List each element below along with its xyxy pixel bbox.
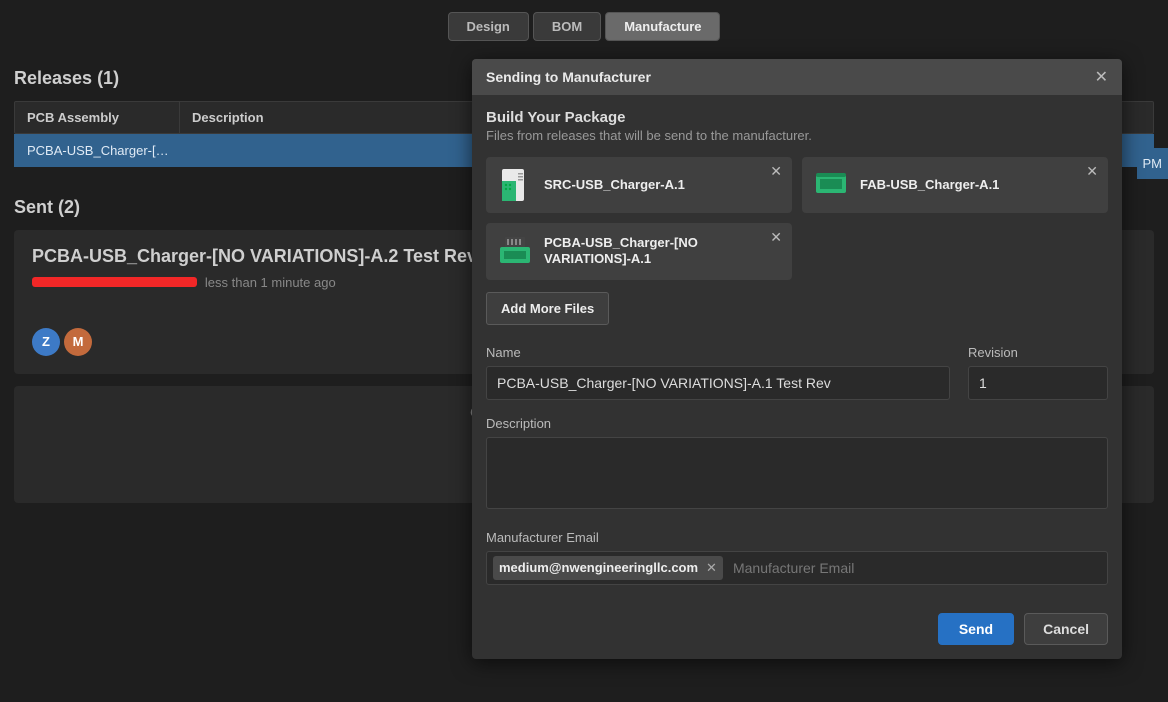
email-pill[interactable]: medium@nwengineeringllc.com ✕	[493, 556, 723, 580]
file-label: SRC-USB_Charger-A.1	[544, 177, 685, 193]
email-pill-text: medium@nwengineeringllc.com	[499, 560, 698, 575]
avatar[interactable]: Z	[32, 328, 60, 356]
file-chip-fab[interactable]: FAB-USB_Charger-A.1 ✕	[802, 157, 1108, 213]
tab-design[interactable]: Design	[448, 12, 529, 41]
manufacturer-email-input[interactable]	[733, 560, 1101, 576]
description-label: Description	[486, 416, 1108, 431]
fab-file-icon	[816, 173, 846, 197]
tab-manufacture[interactable]: Manufacture	[605, 12, 720, 41]
file-label: PCBA-USB_Charger-[NO VARIATIONS]-A.1	[544, 235, 778, 268]
cancel-button[interactable]: Cancel	[1024, 613, 1108, 645]
package-title: Build Your Package	[486, 109, 1108, 126]
remove-file-icon[interactable]: ✕	[770, 229, 782, 246]
remove-file-icon[interactable]: ✕	[1086, 163, 1098, 180]
file-label: FAB-USB_Charger-A.1	[860, 177, 999, 193]
tab-bom[interactable]: BOM	[533, 12, 601, 41]
file-chip-src[interactable]: SRC-USB_Charger-A.1 ✕	[486, 157, 792, 213]
email-input-wrap[interactable]: medium@nwengineeringllc.com ✕	[486, 551, 1108, 585]
package-subtitle: Files from releases that will be send to…	[486, 128, 1108, 143]
modal-footer: Send Cancel	[472, 599, 1122, 659]
name-label: Name	[486, 345, 950, 360]
col-pcb-assembly[interactable]: PCB Assembly	[15, 102, 180, 133]
file-chip-pcba[interactable]: PCBA-USB_Charger-[NO VARIATIONS]-A.1 ✕	[486, 223, 792, 280]
send-to-manufacturer-modal: Sending to Manufacturer ✕ Build Your Pac…	[472, 59, 1122, 659]
pcba-file-icon	[500, 237, 530, 265]
sent-card-ago: less than 1 minute ago	[205, 275, 336, 290]
modal-title: Sending to Manufacturer	[486, 69, 651, 85]
source-file-icon	[500, 169, 530, 201]
top-tabs: Design BOM Manufacture	[0, 0, 1168, 53]
close-icon[interactable]: ✕	[1095, 67, 1108, 87]
manufacturer-email-label: Manufacturer Email	[486, 530, 1108, 545]
revision-label: Revision	[968, 345, 1108, 360]
redacted-author	[32, 277, 197, 287]
name-input[interactable]	[486, 366, 950, 400]
release-row-label: PCBA-USB_Charger-[…	[27, 143, 187, 158]
add-more-files-button[interactable]: Add More Files	[486, 292, 609, 325]
avatar[interactable]: M	[64, 328, 92, 356]
modal-header: Sending to Manufacturer ✕	[472, 59, 1122, 95]
send-button[interactable]: Send	[938, 613, 1014, 645]
remove-file-icon[interactable]: ✕	[770, 163, 782, 180]
time-badge: PM	[1137, 148, 1168, 179]
remove-email-icon[interactable]: ✕	[706, 560, 717, 576]
revision-input[interactable]	[968, 366, 1108, 400]
description-input[interactable]	[486, 437, 1108, 509]
